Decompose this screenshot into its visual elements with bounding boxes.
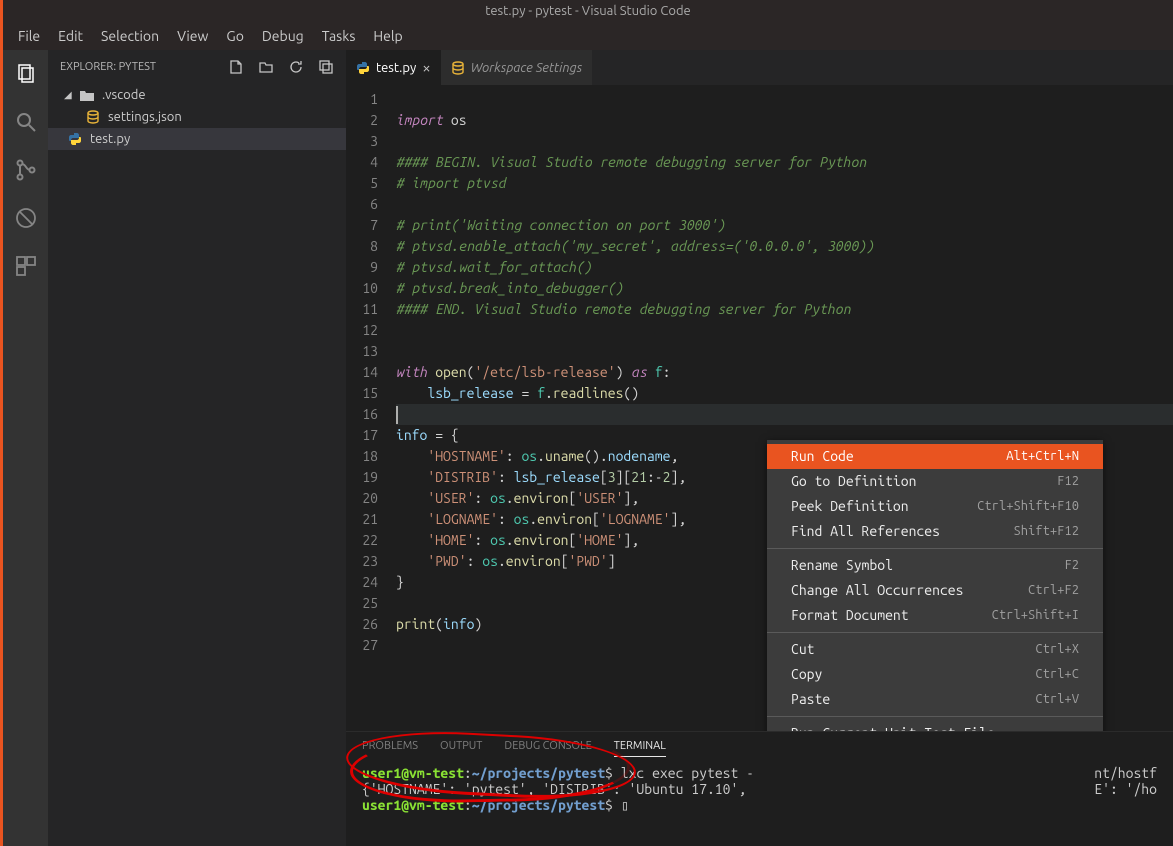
menu-file[interactable]: File xyxy=(9,28,49,44)
git-icon[interactable] xyxy=(12,156,40,184)
tree-file-test[interactable]: test.py xyxy=(48,128,346,150)
python-icon xyxy=(356,61,370,75)
tab-label: test.py xyxy=(376,61,416,75)
menu-item-rename-symbol[interactable]: Rename Symbol F2 xyxy=(767,553,1103,578)
menu-item-go-to-definition[interactable]: Go to Definition F12 xyxy=(767,469,1103,494)
menu-item-cut[interactable]: Cut Ctrl+X xyxy=(767,637,1103,662)
panel-tabs: PROBLEMS OUTPUT DEBUG CONSOLE TERMINAL xyxy=(346,732,1173,763)
menu-item-shortcut: Ctrl+X xyxy=(1035,639,1079,660)
explorer-sidebar: EXPLORER: PYTEST ◢ xyxy=(48,50,346,846)
panel-tab-debug[interactable]: DEBUG CONSOLE xyxy=(504,740,591,757)
menu-item-shortcut: Ctrl+C xyxy=(1035,664,1079,685)
extensions-icon[interactable] xyxy=(12,252,40,280)
menu-item-label: Copy xyxy=(791,664,822,685)
menu-item-shortcut: Ctrl+F2 xyxy=(1028,580,1079,601)
new-folder-icon[interactable] xyxy=(258,59,274,75)
menu-item-label: Peek Definition xyxy=(791,496,909,517)
menu-item-shortcut: Ctrl+V xyxy=(1035,689,1079,710)
tree-label: settings.json xyxy=(108,110,182,124)
menu-item-label: Paste xyxy=(791,689,830,710)
menu-debug[interactable]: Debug xyxy=(253,28,313,44)
menu-item-format-document[interactable]: Format Document Ctrl+Shift+I xyxy=(767,603,1103,628)
menu-edit[interactable]: Edit xyxy=(49,28,92,44)
menu-item-label: Rename Symbol xyxy=(791,555,893,576)
menu-item-run-code[interactable]: Run Code Alt+Ctrl+N xyxy=(767,444,1103,469)
menu-item-paste[interactable]: Paste Ctrl+V xyxy=(767,687,1103,712)
title-bar: test.py - pytest - Visual Studio Code xyxy=(0,0,1173,22)
menu-help[interactable]: Help xyxy=(364,28,411,44)
tab-label: Workspace Settings xyxy=(471,61,582,75)
menu-selection[interactable]: Selection xyxy=(92,28,168,44)
menu-item-label: Change All Occurrences xyxy=(791,580,963,601)
folder-icon xyxy=(80,89,96,101)
menu-item-shortcut: F2 xyxy=(1064,555,1079,576)
menu-bar: File Edit Selection View Go Debug Tasks … xyxy=(0,22,1173,50)
explorer-title: EXPLORER: PYTEST xyxy=(60,61,156,73)
chevron-down-icon: ◢ xyxy=(64,89,74,101)
menu-item-label: Format Document xyxy=(791,605,909,626)
menu-go[interactable]: Go xyxy=(217,28,252,44)
editor-area: test.py × Workspace Settings 12345678910… xyxy=(346,50,1173,846)
code-editor[interactable]: 1234567891011121314151617181920212223242… xyxy=(346,85,1173,731)
menu-item-shortcut: Ctrl+Shift+F10 xyxy=(977,496,1079,517)
tree-file-settings[interactable]: settings.json xyxy=(48,106,346,128)
panel-tab-output[interactable]: OUTPUT xyxy=(440,740,482,757)
menu-item-find-all-references[interactable]: Find All References Shift+F12 xyxy=(767,519,1103,544)
menu-item-label: Find All References xyxy=(791,521,940,542)
menu-item-peek-definition[interactable]: Peek Definition Ctrl+Shift+F10 xyxy=(767,494,1103,519)
menu-item-copy[interactable]: Copy Ctrl+C xyxy=(767,662,1103,687)
menu-item-label: Cut xyxy=(791,639,815,660)
menu-item-shortcut: Alt+Ctrl+N xyxy=(1006,446,1079,467)
tree-label: .vscode xyxy=(102,88,146,102)
tree-label: test.py xyxy=(90,132,130,146)
menu-separator xyxy=(767,632,1103,633)
explorer-icon[interactable] xyxy=(12,60,40,88)
refresh-icon[interactable] xyxy=(288,59,304,75)
python-icon xyxy=(68,132,84,146)
terminal-content[interactable]: user1@vm-test:~/projects/pytest$ lxc exe… xyxy=(346,763,1173,816)
menu-item-shortcut: Shift+F12 xyxy=(1013,521,1079,542)
menu-item-shortcut: F12 xyxy=(1057,471,1079,492)
menu-view[interactable]: View xyxy=(168,28,217,44)
menu-item-shortcut: Ctrl+Shift+I xyxy=(992,605,1079,626)
menu-item-change-all-occurrences[interactable]: Change All Occurrences Ctrl+F2 xyxy=(767,578,1103,603)
menu-item-run-current-unit-test-file[interactable]: Run Current Unit Test File xyxy=(767,721,1103,731)
tab-test-py[interactable]: test.py × xyxy=(346,50,441,85)
panel-tab-terminal[interactable]: TERMINAL xyxy=(614,740,666,757)
context-menu: Run CodeAlt+Ctrl+NGo to DefinitionF12Pee… xyxy=(767,440,1103,731)
menu-item-label: Run Current Unit Test File xyxy=(791,723,995,731)
line-numbers: 1234567891011121314151617181920212223242… xyxy=(346,85,396,731)
close-icon[interactable]: × xyxy=(422,60,430,75)
database-icon xyxy=(451,61,465,75)
menu-separator xyxy=(767,548,1103,549)
menu-separator xyxy=(767,716,1103,717)
bottom-panel: PROBLEMS OUTPUT DEBUG CONSOLE TERMINAL u… xyxy=(346,731,1173,846)
menu-tasks[interactable]: Tasks xyxy=(313,28,365,44)
tree-folder-vscode[interactable]: ◢ .vscode xyxy=(48,84,346,106)
activity-bar xyxy=(0,50,48,846)
menu-item-label: Go to Definition xyxy=(791,471,916,492)
new-file-icon[interactable] xyxy=(228,59,244,75)
database-icon xyxy=(86,110,102,124)
editor-tabs: test.py × Workspace Settings xyxy=(346,50,1173,85)
menu-item-label: Run Code xyxy=(791,446,854,467)
panel-tab-problems[interactable]: PROBLEMS xyxy=(362,740,418,757)
tab-workspace-settings[interactable]: Workspace Settings xyxy=(441,50,592,85)
search-icon[interactable] xyxy=(12,108,40,136)
debug-icon[interactable] xyxy=(12,204,40,232)
collapse-all-icon[interactable] xyxy=(318,59,334,75)
